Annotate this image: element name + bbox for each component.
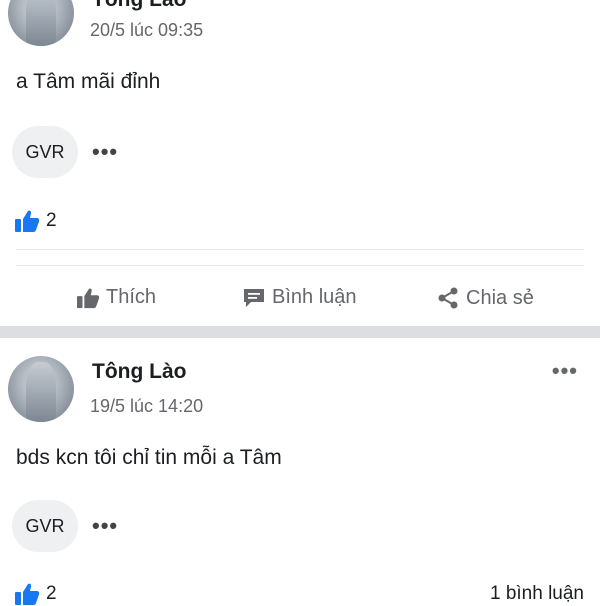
post-text: bds kcn tôi chỉ tin mỗi a Tâm bbox=[16, 446, 282, 469]
avatar[interactable] bbox=[8, 356, 74, 422]
like-count[interactable]: 2 bbox=[46, 210, 57, 232]
post-2: Tông Lào 19/5 lúc 14:20 ••• bds kcn tôi … bbox=[0, 338, 600, 605]
thumbs-up-icon bbox=[77, 288, 100, 308]
comment-icon bbox=[244, 288, 264, 307]
thumbs-up-icon bbox=[15, 210, 40, 232]
divider bbox=[16, 249, 584, 250]
post-text: a Tâm mãi đỉnh bbox=[16, 70, 161, 93]
avatar[interactable] bbox=[8, 0, 74, 46]
group-tag-chip[interactable]: GVR bbox=[12, 500, 78, 552]
like-count[interactable]: 2 bbox=[46, 583, 57, 605]
post-time[interactable]: 19/5 lúc 14:20 bbox=[90, 396, 203, 417]
post-author[interactable]: Tông Lào bbox=[92, 0, 186, 12]
more-icon[interactable]: ••• bbox=[552, 358, 578, 384]
comment-label: Bình luận bbox=[272, 286, 357, 308]
like-button[interactable]: Thích bbox=[76, 286, 156, 309]
group-tag-chip[interactable]: GVR bbox=[12, 126, 78, 178]
like-label: Thích bbox=[106, 286, 157, 308]
thumbs-up-icon bbox=[15, 583, 40, 605]
divider bbox=[16, 265, 584, 266]
share-button[interactable]: Chia sẻ bbox=[436, 286, 534, 310]
post-time[interactable]: 20/5 lúc 09:35 bbox=[90, 20, 203, 41]
more-icon[interactable]: ••• bbox=[92, 139, 118, 165]
post-author[interactable]: Tông Lào bbox=[92, 360, 186, 384]
more-icon[interactable]: ••• bbox=[92, 513, 118, 539]
share-label: Chia sẻ bbox=[466, 286, 534, 309]
comment-button[interactable]: Bình luận bbox=[242, 286, 357, 309]
share-icon bbox=[438, 287, 458, 309]
group-tag-label: GVR bbox=[25, 515, 65, 536]
post-separator bbox=[0, 326, 600, 338]
comment-count[interactable]: 1 bình luận bbox=[490, 583, 584, 605]
group-tag-label: GVR bbox=[25, 141, 65, 162]
